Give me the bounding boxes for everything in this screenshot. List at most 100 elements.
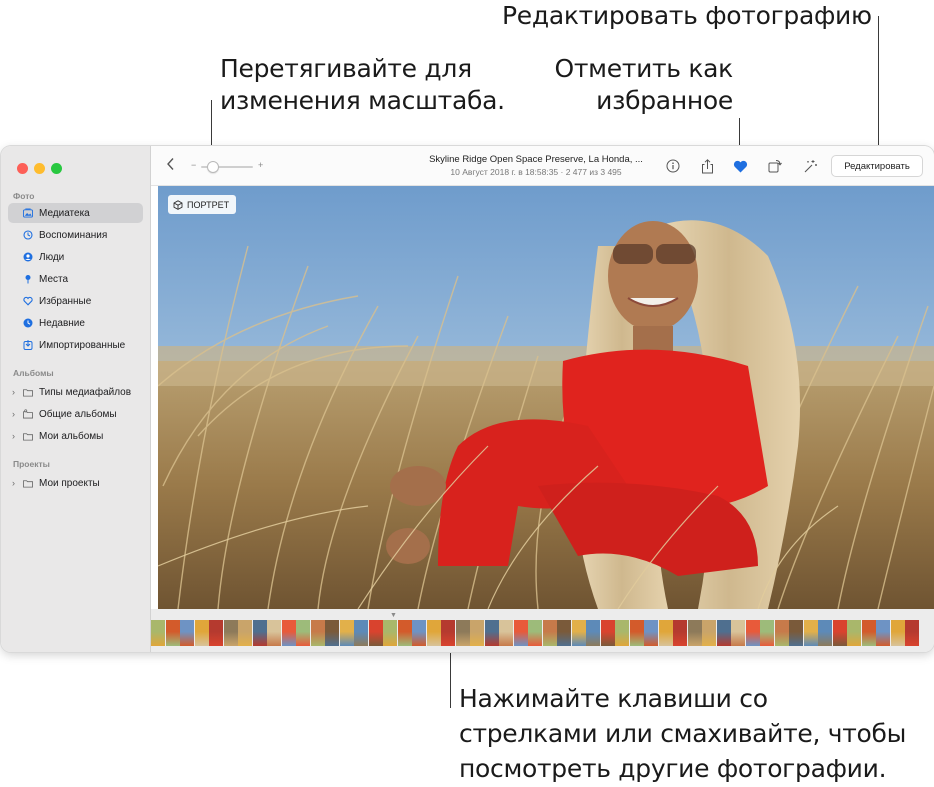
filmstrip-thumbnail[interactable] [731,620,745,646]
sidebar-item-people[interactable]: Люди [8,247,143,267]
filmstrip-thumbnail[interactable] [281,620,296,646]
filmstrip-thumbnail[interactable] [325,620,339,646]
info-icon[interactable] [665,158,681,174]
sidebar-item-my-albums[interactable]: › Мои альбомы [8,426,143,446]
sidebar-item-places[interactable]: Места [8,269,143,289]
chevron-right-icon[interactable]: › [12,431,15,441]
zoom-slider-knob[interactable] [207,161,219,173]
filmstrip-thumbnail[interactable] [702,620,716,646]
shared-albums-icon [23,409,33,419]
filmstrip-thumbnail[interactable] [716,620,731,646]
filmstrip-thumbnail[interactable] [629,620,644,646]
filmstrip-thumbnail[interactable] [499,620,513,646]
chevron-right-icon[interactable]: › [12,409,15,419]
filmstrip-thumbnail[interactable] [832,620,847,646]
callout-zoom: Перетягивайте для изменения масштаба. [220,53,505,117]
filmstrip-thumbnail[interactable] [673,620,687,646]
filmstrip-thumbnail[interactable] [354,620,368,646]
filmstrip-thumbnail[interactable] [194,620,209,646]
filmstrip-thumbnail[interactable] [789,620,803,646]
filmstrip-thumbnail[interactable] [557,620,571,646]
favorites-icon [23,296,33,306]
callout-arrows: Нажимайте клавиши со стрелками или смахи… [459,681,906,786]
filmstrip-thumbnail[interactable] [267,620,281,646]
filmstrip-thumbnail[interactable] [745,620,760,646]
sidebar-item-label: Типы медиафайлов [39,386,132,398]
filmstrip-thumbnail[interactable] [890,620,905,646]
auto-enhance-icon[interactable] [802,158,818,174]
filmstrip-thumbnail[interactable] [455,620,470,646]
cube-icon [173,199,183,210]
filmstrip-thumbnail[interactable] [905,620,919,646]
recents-icon [23,318,33,328]
filmstrip-thumbnail[interactable] [368,620,383,646]
filmstrip-thumbnail[interactable] [847,620,861,646]
filmstrip-thumbnail[interactable] [687,620,702,646]
filmstrip-thumbnail[interactable] [760,620,774,646]
filmstrip-thumbnail[interactable] [528,620,542,646]
zoom-in-icon[interactable]: + [258,160,263,170]
filmstrip-thumbnail[interactable] [470,620,484,646]
filmstrip-thumbnail[interactable] [180,620,194,646]
share-icon[interactable] [699,158,715,174]
filmstrip-thumbnail[interactable] [223,620,238,646]
sidebar-item-library[interactable]: Медиатека [8,203,143,223]
sidebar-item-favorites[interactable]: Избранные [8,291,143,311]
filmstrip-thumbnail[interactable] [644,620,658,646]
filmstrip-thumbnail[interactable] [818,620,832,646]
filmstrip-thumbnail[interactable] [658,620,673,646]
sidebar-item-my-projects[interactable]: › Мои проекты [8,473,143,493]
filmstrip-thumbnail[interactable] [426,620,441,646]
filmstrip-thumbnail[interactable] [151,620,165,646]
filmstrip-thumbnail[interactable] [600,620,615,646]
filmstrip[interactable] [151,620,920,646]
sidebar-item-label: Мои проекты [39,477,100,489]
filmstrip-thumbnail[interactable] [861,620,876,646]
filmstrip-thumbnail[interactable] [296,620,310,646]
edit-button[interactable]: Редактировать [831,155,923,177]
filmstrip-thumbnail[interactable] [252,620,267,646]
callout-edit-photo-text: Редактировать фотографию [502,1,872,30]
rotate-icon[interactable] [767,158,783,174]
filmstrip-thumbnail[interactable] [513,620,528,646]
photo-view[interactable]: ПОРТРЕТ [158,186,934,609]
callout-favorite: Отметить как избранное [553,53,734,117]
filmstrip-thumbnail[interactable] [876,620,890,646]
sidebar-item-shared-albums[interactable]: › Общие альбомы [8,404,143,424]
sidebar-item-media-types[interactable]: › Типы медиафайлов [8,382,143,402]
filmstrip-thumbnail[interactable] [238,620,252,646]
filmstrip-thumbnail[interactable] [774,620,789,646]
filmstrip-thumbnail[interactable] [571,620,586,646]
photos-window: Фото Медиатека Воспоминания Люди Места И… [1,146,934,652]
sidebar-item-label: Места [39,273,69,285]
sidebar-item-label: Мои альбомы [39,430,104,442]
filmstrip-thumbnail[interactable] [586,620,600,646]
filmstrip-thumbnail[interactable] [339,620,354,646]
filmstrip-thumbnail[interactable] [165,620,180,646]
filmstrip-thumbnail[interactable] [383,620,397,646]
filmstrip-thumbnail[interactable] [803,620,818,646]
filmstrip-thumbnail[interactable] [615,620,629,646]
chevron-right-icon[interactable]: › [12,387,15,397]
filmstrip-thumbnail[interactable] [441,620,455,646]
minimize-window-button[interactable] [34,163,45,174]
sidebar-item-memories[interactable]: Воспоминания [8,225,143,245]
filmstrip-thumbnail[interactable] [397,620,412,646]
filmstrip-thumbnail[interactable] [412,620,426,646]
filmstrip-thumbnail[interactable] [542,620,557,646]
filmstrip-thumbnail[interactable] [310,620,325,646]
favorite-heart-icon[interactable] [732,158,748,174]
filmstrip-thumbnail[interactable] [209,620,223,646]
sidebar-item-recents[interactable]: Недавние [8,313,143,333]
sidebar-item-imports[interactable]: Импортированные [8,335,143,355]
chevron-right-icon[interactable]: › [12,478,15,488]
sidebar-item-label: Общие альбомы [39,408,117,420]
close-window-button[interactable] [17,163,28,174]
zoom-out-icon[interactable]: − [191,160,196,170]
zoom-window-button[interactable] [51,163,62,174]
portrait-badge[interactable]: ПОРТРЕТ [168,195,237,214]
filmstrip-thumbnail[interactable] [484,620,499,646]
back-chevron-icon[interactable] [166,157,176,176]
callout-arrows-line1: Нажимайте клавиши со [459,684,768,713]
photo-image [158,186,934,609]
